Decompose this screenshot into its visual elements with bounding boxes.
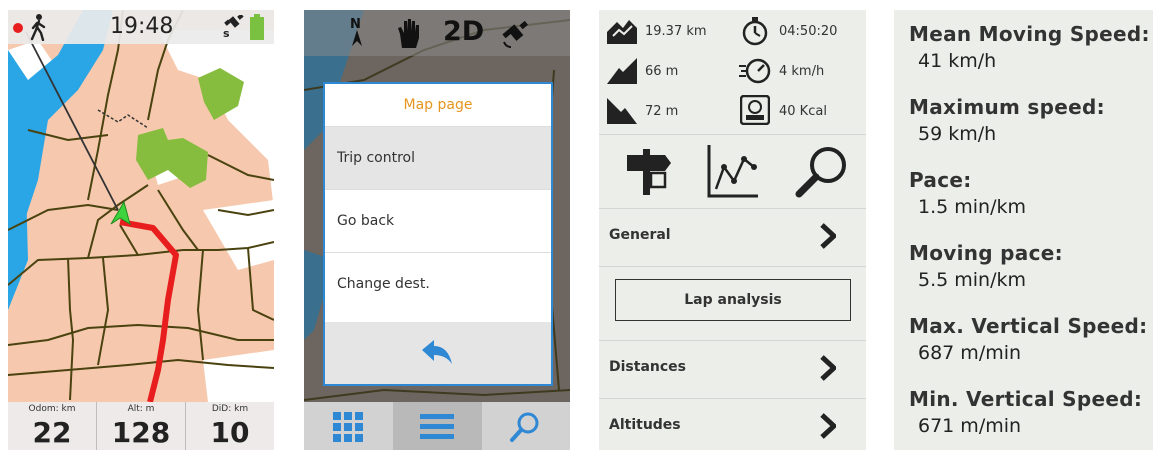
metric-min-vertical-speed: Min. Vertical Speed: 671 m/min xyxy=(909,387,1142,437)
metric-maximum-speed: Maximum speed: 59 km/h xyxy=(909,95,1105,145)
lap-analysis-row: Lap analysis xyxy=(599,267,866,341)
back-arrow-icon xyxy=(422,340,452,364)
signpost-icon[interactable] xyxy=(621,147,673,197)
metric-label: Maximum speed: xyxy=(909,95,1105,119)
speedometer-icon xyxy=(739,58,771,84)
metric-mean-moving-speed: Mean Moving Speed: 41 km/h xyxy=(909,22,1150,72)
chevron-right-icon xyxy=(820,223,836,249)
counter-label: DiD: km xyxy=(211,404,249,414)
counter-label: Odom: km xyxy=(28,404,76,414)
counter-value: 128 xyxy=(111,416,171,449)
graph-chart-icon[interactable] xyxy=(706,145,758,199)
satellite-icon[interactable] xyxy=(500,18,532,50)
ascent-icon xyxy=(607,58,637,84)
general-label: General xyxy=(609,227,671,243)
metric-value: 5.5 min/km xyxy=(918,269,1026,291)
clock: 19:48 xyxy=(110,14,174,39)
metric-label: Pace: xyxy=(909,168,972,192)
descent-icon xyxy=(607,98,637,124)
trip-computer-screen: 19.37 km 04:50:20 66 m 4 km/h 72 m 40 Kc… xyxy=(599,10,866,450)
counter-value: 10 xyxy=(210,416,250,449)
calories-value: 40 Kcal xyxy=(779,104,827,119)
map-screen: 19:48 s Odom: km 22 Alt: m 128 DiD: km 1… xyxy=(8,10,274,450)
hiker-icon xyxy=(30,14,46,41)
metric-pace: Pace: 1.5 min/km xyxy=(909,168,1026,218)
speed-value: 4 km/h xyxy=(779,64,825,79)
metric-value: 59 km/h xyxy=(918,123,997,145)
menu-item-change-destination[interactable]: Change dest. xyxy=(325,252,551,315)
counter-label: Alt: m xyxy=(127,404,155,414)
hand-pan-icon[interactable] xyxy=(394,16,426,50)
stopwatch-icon xyxy=(742,17,768,46)
metric-value: 687 m/min xyxy=(918,342,1022,364)
distance-value: 19.37 km xyxy=(645,24,707,39)
distance-to-destination-counter[interactable]: DiD: km 10 xyxy=(185,402,274,450)
counter-value: 22 xyxy=(32,416,72,449)
map-menu-screen: N 2D Map page Trip control Go back Chang… xyxy=(304,10,570,450)
satellite-icon: s xyxy=(223,15,244,39)
view-mode-toggle[interactable]: 2D xyxy=(443,16,484,47)
lap-analysis-button[interactable]: Lap analysis xyxy=(615,279,851,321)
trip-stats: 19.37 km 04:50:20 66 m 4 km/h 72 m 40 Kc… xyxy=(599,10,866,135)
metric-value: 671 m/min xyxy=(918,415,1022,437)
status-bar: 19:48 s xyxy=(8,10,274,44)
metric-label: Min. Vertical Speed: xyxy=(909,387,1143,411)
record-dot-icon xyxy=(13,23,23,33)
distances-row[interactable]: Distances xyxy=(599,341,866,399)
metric-value: 1.5 min/km xyxy=(918,196,1026,218)
metric-label: Moving pace: xyxy=(909,241,1063,265)
metric-max-vertical-speed: Max. Vertical Speed: 687 m/min xyxy=(909,314,1147,364)
elapsed-time-value: 04:50:20 xyxy=(779,24,838,39)
list-menu-button[interactable] xyxy=(393,402,482,450)
menu-item-go-back[interactable]: Go back xyxy=(325,189,551,252)
statistics-screen: Mean Moving Speed: 41 km/h Maximum speed… xyxy=(894,10,1153,450)
bottom-nav xyxy=(304,402,570,450)
altitude-counter[interactable]: Alt: m 128 xyxy=(96,402,185,450)
metric-value: 41 km/h xyxy=(918,50,997,72)
altitudes-label: Altitudes xyxy=(609,417,681,433)
chevron-right-icon xyxy=(820,413,836,439)
menu-title: Map page xyxy=(403,97,473,113)
magnifier-icon[interactable] xyxy=(795,145,849,199)
north-up-icon[interactable]: N xyxy=(344,16,370,50)
svg-text:s: s xyxy=(223,27,230,39)
general-row[interactable]: General xyxy=(599,209,866,267)
ascent-value: 66 m xyxy=(645,64,679,79)
svg-text:N: N xyxy=(350,17,361,32)
map-toolbar: N 2D xyxy=(304,10,570,56)
distance-icon xyxy=(607,20,637,44)
metric-label: Mean Moving Speed: xyxy=(909,22,1150,46)
grid-menu-icon[interactable] xyxy=(333,412,363,442)
chevron-right-icon xyxy=(820,355,836,381)
descent-value: 72 m xyxy=(645,104,679,119)
search-icon[interactable] xyxy=(509,411,541,443)
distances-label: Distances xyxy=(609,359,686,375)
trip-counters: Odom: km 22 Alt: m 128 DiD: km 10 xyxy=(8,402,274,450)
map-view[interactable] xyxy=(8,10,274,450)
menu-item-trip-control[interactable]: Trip control xyxy=(325,126,551,189)
metric-moving-pace: Moving pace: 5.5 min/km xyxy=(909,241,1063,291)
tools-row xyxy=(599,135,866,209)
hamburger-icon xyxy=(420,414,454,439)
calories-scale-icon xyxy=(740,95,770,125)
odometer-counter[interactable]: Odom: km 22 xyxy=(8,402,96,450)
map-page-menu: Map page Trip control Go back Change des… xyxy=(323,82,553,386)
altitudes-row[interactable]: Altitudes xyxy=(599,399,866,450)
back-button[interactable] xyxy=(325,322,551,384)
battery-icon xyxy=(250,14,264,40)
metric-label: Max. Vertical Speed: xyxy=(909,314,1148,338)
